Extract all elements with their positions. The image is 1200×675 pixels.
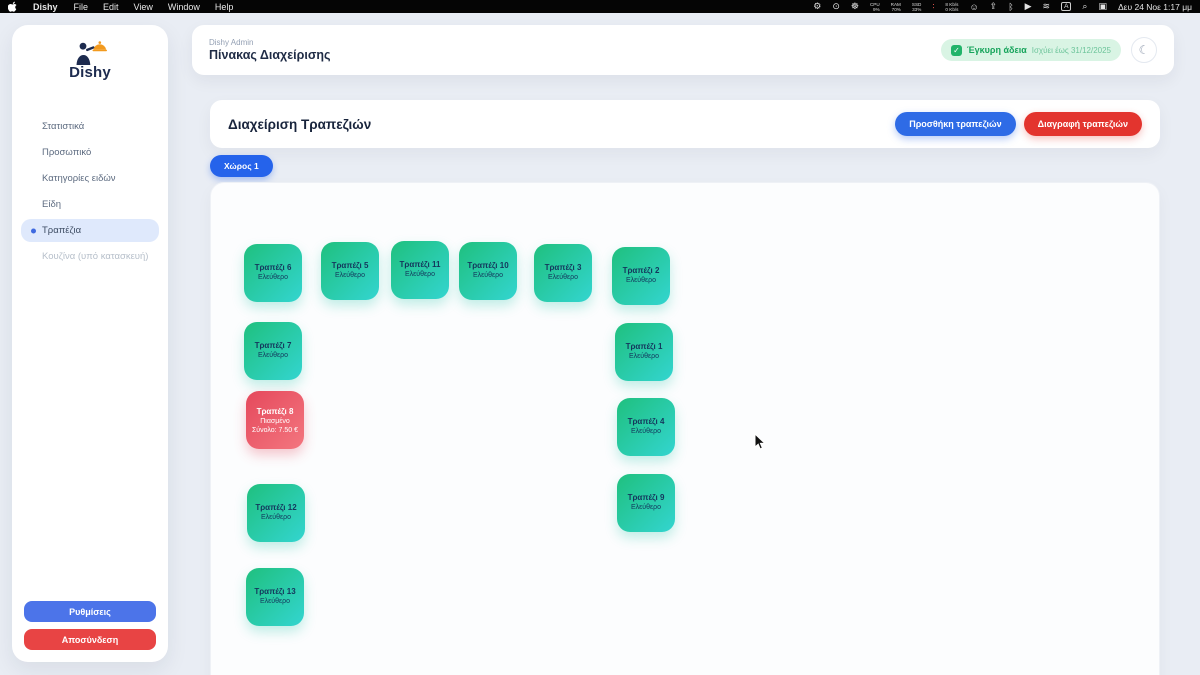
upload-icon[interactable]: ⇪ [990,1,998,12]
sidebar-item-kitchen[interactable]: Κουζίνα (υπό κατασκευή) [21,245,159,268]
table-name: Τραπέζι 7 [255,341,292,350]
menubar-app-name[interactable]: Dishy [33,2,58,12]
check-icon: ✓ [951,45,962,56]
settings-gear-icon[interactable]: ⚙ [813,1,821,12]
license-expiry-label: Ισχύει έως 31/12/2025 [1032,46,1111,55]
menubar-menu-item[interactable]: Edit [103,2,119,12]
sidebar-item-staff[interactable]: Προσωπικό [21,141,159,164]
sidebar-item-items[interactable]: Είδη [21,193,159,216]
sidebar-item-label: Προσωπικό [42,147,91,158]
sidebar-item-label: Τραπέζια [42,225,81,236]
table-status: Ελεύθερο [473,272,503,279]
Τραπέζι 8[interactable]: Τραπέζι 8 Πιασμένο Σύνολο: 7.50 € [246,391,304,449]
table-status: Ελεύθερο [626,277,656,284]
sidebar-item-tables[interactable]: Τραπέζια [21,219,159,242]
sidebar-item-label: Στατιστικά [42,121,84,132]
dishy-logo: Dishy [12,25,168,81]
table-name: Τραπέζι 5 [332,261,369,270]
Τραπέζι 10[interactable]: Τραπέζι 10 Ελεύθερο [459,242,517,300]
ram-meter[interactable]: RAM 70% [891,2,901,12]
table-name: Τραπέζι 10 [467,261,508,270]
table-name: Τραπέζι 4 [628,417,665,426]
dishy-logo-text: Dishy [69,64,111,81]
table-status: Ελεύθερο [631,428,661,435]
search-icon[interactable]: ⌕ [1082,1,1087,12]
table-status: Ελεύθερο [258,274,288,281]
table-status: Ελεύθερο [548,274,578,281]
add-tables-button[interactable]: Προσθήκη τραπεζιών [895,112,1015,136]
sidebar-item-label: Είδη [42,199,61,210]
Τραπέζι 2[interactable]: Τραπέζι 2 Ελεύθερο [612,247,670,305]
table-name: Τραπέζι 3 [545,263,582,272]
table-status: Ελεύθερο [261,514,291,521]
table-status: Ελεύθερο [260,598,290,605]
menubar-menu-item[interactable]: File [74,2,89,12]
logout-button[interactable]: Αποσύνδεση [24,629,156,650]
space-tab[interactable]: Χώρος 1 [210,155,273,177]
table-name: Τραπέζι 11 [400,260,441,269]
table-name: Τραπέζι 12 [255,503,296,512]
table-name: Τραπέζι 2 [623,266,660,275]
section-title: Διαχείριση Τραπεζιών [228,117,371,132]
window-manager-icon[interactable]: ▣ [1098,1,1107,12]
Τραπέζι 6[interactable]: Τραπέζι 6 Ελεύθερο [244,244,302,302]
wifi-icon[interactable]: ≋ [1043,1,1051,12]
section-header: Διαχείριση Τραπεζιών Προσθήκη τραπεζιών … [210,100,1160,148]
table-name: Τραπέζι 1 [626,342,663,351]
sidebar-item-statistics[interactable]: Στατιστικά [21,115,159,138]
menubar-menu-item[interactable]: View [134,2,153,12]
floor-canvas[interactable]: Τραπέζι 6 Ελεύθερο Τραπέζι 5 Ελεύθερο Τρ… [210,182,1160,675]
table-status: Ελεύθερο [405,271,435,278]
utility-icon[interactable]: ⊙ [832,1,840,12]
table-name: Τραπέζι 8 [257,407,294,416]
network-speed-meter[interactable]: 8 Kb/s 0 Kb/s [945,2,958,12]
ssd-meter[interactable]: SSD 33% [912,2,921,12]
license-badge: ✓ Έγκυρη άδεια Ισχύει έως 31/12/2025 [941,39,1121,61]
page-header: Dishy Admin Πίνακας Διαχείρισης ✓ Έγκυρη… [192,25,1174,75]
Τραπέζι 11[interactable]: Τραπέζι 11 Ελεύθερο [391,241,449,299]
moon-icon: ☾ [1139,43,1150,57]
cpu-meter[interactable]: CPU 9% [870,2,880,12]
table-name: Τραπέζι 6 [255,263,292,272]
table-status: Ελεύθερο [335,272,365,279]
apple-logo-icon[interactable] [8,1,17,12]
play-icon[interactable]: ▶ [1025,1,1032,12]
macos-menubar: Dishy File Edit View Window Help ⚙ ⊙ ☸ C… [0,0,1200,13]
menubar-clock[interactable]: Δευ 24 Νοε 1:17 μμ [1118,2,1192,12]
table-name: Τραπέζι 9 [628,493,665,502]
sidebar-item-label: Κατηγορίες ειδών [42,173,116,184]
table-name: Τραπέζι 13 [254,587,295,596]
Τραπέζι 5[interactable]: Τραπέζι 5 Ελεύθερο [321,242,379,300]
Τραπέζι 7[interactable]: Τραπέζι 7 Ελεύθερο [244,322,302,380]
Τραπέζι 13[interactable]: Τραπέζι 13 Ελεύθερο [246,568,304,626]
dark-mode-toggle[interactable]: ☾ [1131,37,1157,63]
menubar-menu-item[interactable]: Help [215,2,234,12]
license-status-label: Έγκυρη άδεια [967,45,1027,55]
face-icon[interactable]: ☺ [969,2,978,12]
menubar-menu-item[interactable]: Window [168,2,200,12]
Τραπέζι 12[interactable]: Τραπέζι 12 Ελεύθερο [247,484,305,542]
Τραπέζι 9[interactable]: Τραπέζι 9 Ελεύθερο [617,474,675,532]
Τραπέζι 3[interactable]: Τραπέζι 3 Ελεύθερο [534,244,592,302]
gear-circle-icon[interactable]: ☸ [851,1,859,12]
table-total: Σύνολο: 7.50 € [252,427,298,434]
settings-button[interactable]: Ρυθμίσεις [24,601,156,622]
sidebar: Dishy Στατιστικά Προσωπικό Κατηγορίες ει… [12,25,168,662]
app-title: Dishy Admin [209,38,331,47]
input-source-icon[interactable]: A [1061,2,1071,11]
table-status: Ελεύθερο [629,353,659,360]
notification-dots-icon[interactable]: ∶ [932,2,934,11]
Τραπέζι 1[interactable]: Τραπέζι 1 Ελεύθερο [615,323,673,381]
table-status: Πιασμένο [260,418,290,425]
page-title: Πίνακας Διαχείρισης [209,48,331,62]
delete-tables-button[interactable]: Διαγραφή τραπεζιών [1024,112,1142,136]
table-status: Ελεύθερο [631,504,661,511]
bluetooth-icon[interactable]: ᛒ [1008,2,1013,12]
app-window: Dishy Στατιστικά Προσωπικό Κατηγορίες ει… [0,13,1200,675]
sidebar-item-label: Κουζίνα (υπό κατασκευή) [42,251,148,262]
sidebar-item-categories[interactable]: Κατηγορίες ειδών [21,167,159,190]
active-dot-icon [31,228,36,233]
Τραπέζι 4[interactable]: Τραπέζι 4 Ελεύθερο [617,398,675,456]
table-status: Ελεύθερο [258,352,288,359]
